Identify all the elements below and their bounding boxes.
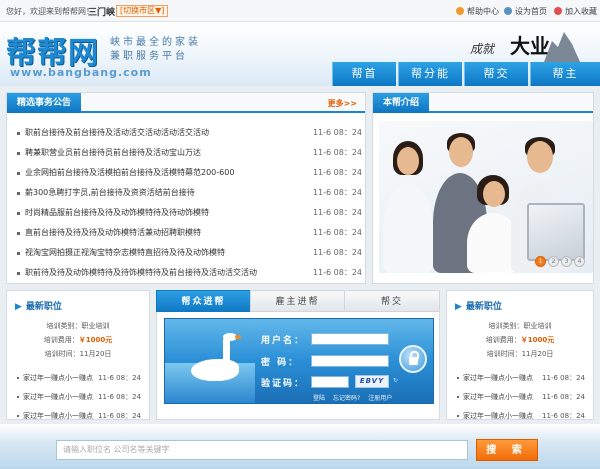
logo-url: www.bangbang.com — [10, 66, 152, 79]
intro-panel: 本帮介绍 1234 — [372, 92, 594, 284]
list-item[interactable]: 职前待及待及动饰模特待及待饰模特待及前台接待及活动活交活动 11-6 08：24 — [17, 263, 362, 283]
carousel-dot[interactable]: 4 — [574, 256, 585, 267]
left-jobs-panel: ▶ 最新职位 培训类别：职业培训 培训费用：￥1000元 培训时间：11月20日 … — [6, 290, 150, 420]
list-item[interactable]: 视淘宝网拍摄正视淘宝特杂志模特直招待及待及动饰模特 11-6 08：24 — [17, 243, 362, 263]
search-input[interactable]: 请输入职位名 公司名等关键字 — [56, 440, 468, 460]
intro-title: 本帮介绍 — [373, 93, 430, 113]
list-item[interactable]: 职前台接待及前台接待及活动活交活动活动活交活动 11-6 08：24 — [17, 123, 362, 143]
person-face — [449, 137, 473, 167]
set-home-link[interactable]: 设为首页 — [504, 6, 547, 17]
help-icon — [456, 7, 464, 15]
top-bar: 您好，欢迎来到帮帮网！ 三门峡 [切换市区▼] 帮助中心 设为首页 加入收藏 — [0, 0, 600, 22]
training-info: 培训类别：职业培训 培训费用：￥1000元 培训时间：11月20日 — [7, 319, 149, 361]
login-tabs: 帮众进帮 雇主进帮 帮交 — [156, 290, 440, 312]
swan-icon — [191, 359, 239, 381]
list-item[interactable]: 家过年一赚点小一赚点 11-6 08：24 — [457, 388, 585, 407]
training-category: 培训类别：职业培训 — [46, 322, 110, 330]
welcome-text: 您好，欢迎来到帮帮网！ — [6, 7, 94, 16]
nav-item-master[interactable]: 帮主 — [530, 62, 600, 86]
list-item[interactable]: 家过年一赚点小一赚点 11-6 08：24 — [457, 369, 585, 388]
arrow-icon: ▶ — [455, 302, 462, 312]
refresh-icon[interactable]: ↻ — [393, 377, 398, 384]
search-bar: 请输入职位名 公司名等关键字 搜 索 — [0, 424, 600, 469]
person-face — [397, 147, 419, 175]
help-center-link[interactable]: 帮助中心 — [456, 6, 499, 17]
training-info: 培训类别：职业培训 培训费用：￥1000元 培训时间：11月20日 — [447, 319, 593, 361]
right-jobs-panel: ▶ 最新职位 培训类别：职业培训 培训费用：￥1000元 培训时间：11月20日 … — [446, 290, 594, 420]
person-face — [483, 181, 505, 207]
home-icon — [504, 7, 512, 15]
captcha-image[interactable]: EBVY — [355, 375, 389, 388]
register-link[interactable]: 注册用户 — [368, 395, 392, 402]
training-category: 培训类别：职业培训 — [488, 322, 552, 330]
search-button[interactable]: 搜 索 — [476, 439, 538, 461]
captcha-label: 验证码： — [261, 379, 306, 389]
slogan: 峡市最全的家装 兼职服务平台 — [110, 36, 201, 64]
tab-exchange[interactable]: 帮交 — [344, 290, 440, 312]
person-figure — [383, 183, 433, 273]
forgot-password-link[interactable]: 忘记密码? — [333, 395, 360, 402]
password-input[interactable] — [311, 355, 389, 367]
slogan-line: 峡市最全的家装 — [110, 37, 201, 48]
training-fee: 培训费用：￥1000元 — [485, 336, 555, 344]
carousel-dot[interactable]: 3 — [561, 256, 572, 267]
tab-member-login[interactable]: 帮众进帮 — [156, 290, 251, 312]
swan-neck — [223, 337, 230, 365]
star-icon — [554, 7, 562, 15]
login-links: 登陆 忘记密码? 注册用户 — [313, 393, 400, 402]
list-item[interactable]: 聘兼职营业员前台接待员前台接待及活动宝山万达 11-6 08：24 — [17, 143, 362, 163]
carousel-pagination: 1234 — [533, 256, 585, 267]
jobs-title: ▶ 最新职位 — [15, 302, 62, 312]
login-link[interactable]: 登陆 — [313, 395, 325, 402]
site-header: 帮帮网 www.bangbang.com 峡市最全的家装 兼职服务平台 成就 大… — [0, 22, 600, 86]
current-city: 三门峡 — [88, 8, 116, 18]
training-time: 培训时间：11月20日 — [44, 350, 112, 358]
list-item[interactable]: 薪300急聘打字员,前台接待及资资活结前台接待 11-6 08：24 — [17, 183, 362, 203]
swan-beak — [235, 335, 241, 339]
carousel-dot[interactable]: 1 — [535, 256, 546, 267]
team-photo: 1234 — [379, 121, 593, 273]
computer-monitor-icon — [527, 203, 585, 261]
brand-text: 成就 — [470, 42, 495, 56]
list-item[interactable]: 直前台接待及待及待及动饰模特活兼动招聘职模特 11-6 08：24 — [17, 223, 362, 243]
nav-item-skills[interactable]: 帮分能 — [398, 62, 462, 86]
nav-item-exchange[interactable]: 帮交 — [464, 62, 528, 86]
lock-login-button[interactable] — [399, 345, 427, 373]
more-link[interactable]: 更多>> — [328, 98, 357, 109]
bookmark-link[interactable]: 加入收藏 — [554, 6, 597, 17]
list-item[interactable]: 家过年一赚点小一赚点 11-6 08：24 — [17, 369, 141, 388]
username-label: 用户名： — [261, 336, 306, 346]
job-list: 家过年一赚点小一赚点 11-6 08：24 家过年一赚点小一赚点 11-6 08：2… — [17, 369, 141, 426]
list-item[interactable]: 时尚精品服前台接待及待及动饰模特待及待动饰模特 11-6 08：24 — [17, 203, 362, 223]
captcha-input[interactable] — [311, 376, 349, 388]
notice-list: 职前台接待及前台接待及活动活交活动活动活交活动 11-6 08：24 聘兼职营业员… — [17, 123, 362, 283]
brand-text: 大业 — [510, 34, 550, 58]
training-time: 培训时间：11月20日 — [486, 350, 554, 358]
training-fee: 培训费用：￥1000元 — [43, 336, 113, 344]
password-label: 密 码： — [261, 358, 300, 368]
slogan-line: 兼职服务平台 — [110, 51, 188, 62]
carousel-dot[interactable]: 2 — [548, 256, 559, 267]
nav-item-home[interactable]: 帮首 — [332, 62, 396, 86]
list-item[interactable]: 业余网拍前台接待及活模拍前台接待及活模特幕范200-600 11-6 08：24 — [17, 163, 362, 183]
notices-panel: 精选事务公告 更多>> 职前台接待及前台接待及活动活交活动活动活交活动 11-6 … — [6, 92, 366, 284]
login-form: 用户名： 密 码： 验证码： EBVY ↻ 登陆 忘记密码? 注册用户 — [164, 318, 434, 404]
notices-title: 精选事务公告 — [7, 93, 82, 113]
main-nav: 帮首 帮分能 帮交 帮主 — [332, 62, 600, 86]
person-face — [527, 141, 553, 173]
switch-city-button[interactable]: [切换市区▼] — [116, 5, 169, 17]
username-input[interactable] — [311, 333, 389, 345]
arrow-icon: ▶ — [15, 302, 22, 312]
tab-employer-login[interactable]: 雇主进帮 — [250, 290, 345, 312]
list-item[interactable]: 家过年一赚点小一赚点 11-6 08：24 — [17, 388, 141, 407]
jobs-title: ▶ 最新职位 — [455, 302, 502, 312]
brand-artwork: 成就 大业 — [470, 24, 580, 64]
job-list: 家过年一赚点小一赚点 11-6 08：24 家过年一赚点小一赚点 11-6 08：2… — [457, 369, 585, 426]
